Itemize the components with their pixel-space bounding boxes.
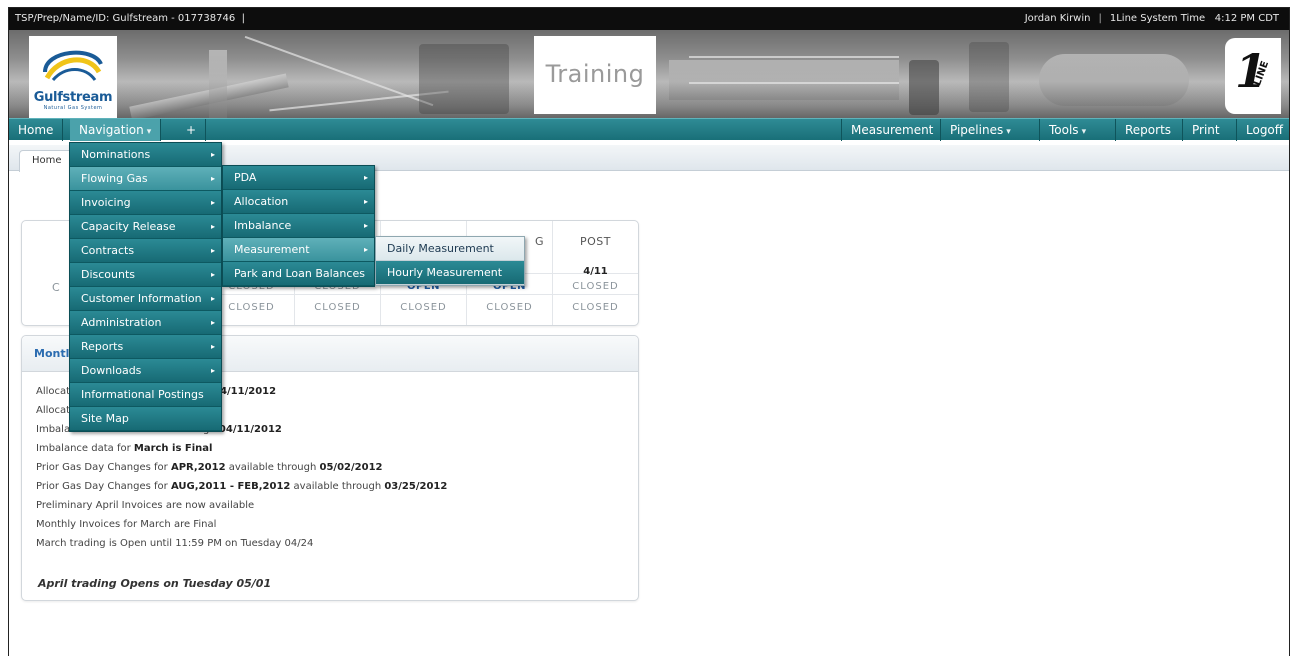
menu-item-downloads[interactable]: Downloads ▸ — [70, 359, 221, 383]
top-info-bar: TSP/Prep/Name/ID: Gulfstream - 017738746… — [9, 8, 1289, 30]
chevron-right-icon: ▸ — [210, 174, 215, 183]
status-highlight: April trading Opens on Tuesday 05/01 — [38, 577, 272, 590]
menu-item-allocation[interactable]: Allocation ▸ — [223, 190, 374, 214]
chevron-right-icon: ▸ — [363, 197, 368, 206]
menu-item-nominations[interactable]: Nominations ▸ — [70, 143, 221, 167]
status-line: Preliminary April Invoices are now avail… — [36, 500, 255, 511]
nav-navigation[interactable]: Navigation ▾ — [70, 119, 162, 141]
menu-item-informational-postings[interactable]: Informational Postings — [70, 383, 221, 407]
measurement-submenu: Daily Measurement Hourly Measurement — [375, 236, 525, 286]
menu-item-pda[interactable]: PDA ▸ — [223, 166, 374, 190]
menu-item-customer-information[interactable]: Customer Information ▸ — [70, 287, 221, 311]
chevron-right-icon: ▸ — [210, 318, 215, 327]
chevron-right-icon: ▸ — [210, 342, 215, 351]
navigation-dropdown: Nominations ▸ Flowing Gas ▸ Invoicing ▸ Cap… — [69, 142, 222, 432]
nav-add-tab[interactable]: + — [177, 119, 207, 141]
menu-item-invoicing[interactable]: Invoicing ▸ — [70, 191, 221, 215]
menu-item-administration[interactable]: Administration ▸ — [70, 311, 221, 335]
menu-item-hourly-measurement[interactable]: Hourly Measurement — [376, 261, 524, 285]
user-info: Jordan Kirwin | 1Line System Time 4:12 PM … — [1024, 13, 1279, 24]
chevron-down-icon: ▾ — [146, 127, 152, 137]
chevron-right-icon: ▸ — [363, 173, 368, 182]
menu-item-imbalance[interactable]: Imbalance ▸ — [223, 214, 374, 238]
gulfstream-swirl-icon — [43, 50, 103, 82]
schedule-row-label: C — [52, 281, 60, 294]
chevron-down-icon: ▾ — [1081, 127, 1087, 137]
gulfstream-logo[interactable]: Gulfstream Natural Gas System — [29, 36, 117, 118]
chevron-down-icon: ▾ — [1006, 127, 1011, 137]
status-line: March trading is Open until 11:59 PM on … — [36, 538, 314, 549]
oneline-logo: 1 LINE — [1225, 38, 1281, 114]
system-time-label: 1Line System Time — [1109, 13, 1206, 24]
flowing-gas-submenu: PDA ▸ Allocation ▸ Imbalance ▸ Measurement ▸… — [222, 165, 375, 287]
tab-home[interactable]: Home — [19, 150, 75, 172]
nav-tools[interactable]: Tools ▾ — [1039, 119, 1095, 141]
main-nav-bar: Home Navigation ▾ + Measurement Pipelines… — [9, 118, 1289, 141]
nav-home[interactable]: Home — [9, 119, 64, 141]
menu-item-capacity-release[interactable]: Capacity Release ▸ — [70, 215, 221, 239]
chevron-right-icon: ▸ — [363, 221, 368, 230]
chevron-right-icon: ▸ — [210, 270, 215, 279]
menu-item-measurement[interactable]: Measurement ▸ — [223, 238, 374, 262]
menu-item-reports[interactable]: Reports ▸ — [70, 335, 221, 359]
environment-badge: Training — [534, 36, 656, 114]
panel-title: Montl — [34, 347, 70, 360]
chevron-right-icon: ▸ — [210, 150, 215, 159]
status-line: Prior Gas Day Changes for APR,2012 avail… — [36, 462, 383, 473]
menu-item-site-map[interactable]: Site Map — [70, 407, 221, 431]
nav-pipelines[interactable]: Pipelines ▾ — [940, 119, 1020, 141]
header-banner: Gulfstream Natural Gas System Training 1… — [9, 30, 1289, 124]
menu-item-discounts[interactable]: Discounts ▸ — [70, 263, 221, 287]
chevron-right-icon: ▸ — [210, 246, 215, 255]
nav-measurement[interactable]: Measurement — [841, 119, 942, 141]
chevron-right-icon: ▸ — [210, 366, 215, 375]
system-time: 4:12 PM CDT — [1214, 13, 1279, 24]
nav-reports[interactable]: Reports — [1115, 119, 1180, 141]
nav-logoff[interactable]: Logoff — [1236, 119, 1289, 141]
status-line: Imbalance data for March is Final — [36, 443, 213, 454]
status-line: Allocat — [36, 405, 71, 416]
tsp-label: TSP/Prep/Name/ID: Gulfstream - 017738746… — [15, 13, 245, 24]
browser-window: TSP/Prep/Name/ID: Gulfstream - 017738746… — [8, 7, 1290, 656]
chevron-right-icon: ▸ — [210, 198, 215, 207]
menu-item-daily-measurement[interactable]: Daily Measurement — [376, 237, 524, 261]
nav-print[interactable]: Print — [1182, 119, 1229, 141]
chevron-right-icon: ▸ — [210, 222, 215, 231]
status-line: Monthly Invoices for March are Final — [36, 519, 217, 530]
user-name: Jordan Kirwin — [1024, 13, 1091, 24]
schedule-column: POST 4/11 CLOSED CLOSED — [552, 221, 638, 325]
menu-item-park-and-loan-balances[interactable]: Park and Loan Balances — [223, 262, 374, 286]
menu-item-contracts[interactable]: Contracts ▸ — [70, 239, 221, 263]
chevron-right-icon: ▸ — [363, 245, 368, 254]
status-line: Prior Gas Day Changes for AUG,2011 - FEB… — [36, 481, 448, 492]
menu-item-flowing-gas[interactable]: Flowing Gas ▸ — [70, 167, 221, 191]
chevron-right-icon: ▸ — [210, 294, 215, 303]
